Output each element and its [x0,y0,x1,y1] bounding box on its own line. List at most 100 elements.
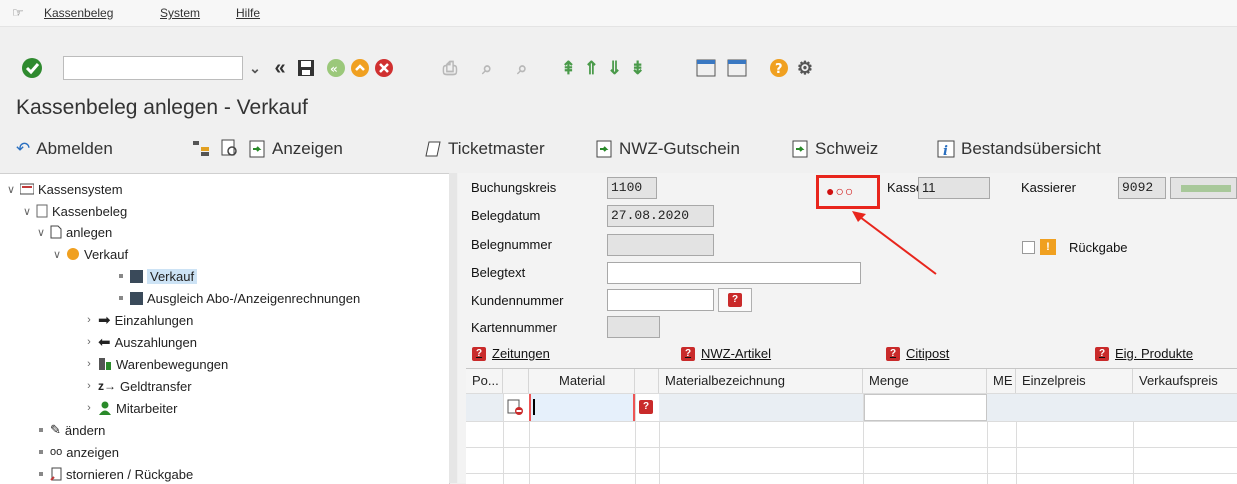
rueckgabe-checkbox[interactable] [1022,241,1035,254]
chevron-down-icon[interactable]: ∨ [6,183,16,196]
navigation-tree: ∨ Kassensystem ∨ Kassenbeleg ∨ anlegen ∨… [0,173,450,484]
ticketmaster-button[interactable]: Ticketmaster [424,139,545,159]
create-session-icon[interactable] [695,56,717,80]
tree-node-aendern[interactable]: ✎ ändern [36,420,105,440]
help-icon[interactable]: ? [768,56,790,80]
anzeigen-button[interactable]: Anzeigen [248,139,343,159]
tree-node-stornieren[interactable]: stornieren / Rückgabe [36,464,193,484]
chevron-right-icon[interactable]: › [84,380,94,392]
menu-system[interactable]: System [160,6,200,20]
menu-hilfe[interactable]: Hilfe [236,6,260,20]
tree-node-einzahlungen[interactable]: › ➡ Einzahlungen [84,310,193,330]
col-header-me[interactable]: ME [987,369,1016,393]
goods-movement-icon [99,358,111,370]
tree-label: Verkauf [84,246,129,262]
chevron-right-icon[interactable]: › [84,336,94,348]
material-input[interactable] [529,394,635,421]
abmelden-label: Abmelden [36,139,113,158]
tree-label: Auszahlungen [114,334,197,350]
col-header-verkaufspreis[interactable]: Verkaufspreis [1133,369,1237,393]
menu-icon[interactable]: ☞ [12,5,24,21]
menge-input[interactable] [864,394,987,421]
panel-splitter[interactable] [449,173,457,483]
tree-node-ausgleich[interactable]: Ausgleich Abo-/Anzeigenrechnungen [116,288,360,308]
tree-node-warenbewegungen[interactable]: › Warenbewegungen [84,354,228,374]
kundennummer-input[interactable] [607,289,714,311]
tree-node-auszahlungen[interactable]: › ⬅ Auszahlungen [84,332,197,352]
tree-node-verkauf-folder[interactable]: ∨ Verkauf [52,244,128,264]
cancel-document-icon [50,467,62,481]
link-nwz-artikel[interactable]: ? NWZ-Artikel [681,346,771,361]
shortcut-icon[interactable] [726,56,748,80]
bullet-icon [39,472,43,476]
col-header-menge[interactable]: Menge [863,369,987,393]
new-document-icon [50,225,62,239]
settings-gear-icon[interactable]: ⚙ [794,56,816,80]
chevron-down-icon[interactable]: ∨ [22,205,32,218]
link-citipost[interactable]: ? Citipost [886,346,949,361]
enter-icon[interactable] [20,56,44,80]
detail-button[interactable] [220,139,238,157]
bestand-button[interactable]: i Bestandsübersicht [937,139,1101,159]
tree-toggle-button[interactable] [192,139,210,157]
tree-label-selected: Verkauf [147,268,198,284]
tree-node-kassenbeleg[interactable]: ∨ Kassenbeleg [22,201,127,221]
nwz-gutschein-label: NWZ-Gutschein [619,139,740,158]
svg-text:«: « [330,62,338,76]
kundennummer-search-button[interactable]: ? [718,288,752,312]
save-icon[interactable] [294,56,318,80]
chevron-down-icon[interactable]: ∨ [36,226,46,239]
command-field[interactable] [63,56,243,80]
schweiz-doc-icon [792,140,808,158]
delete-row-icon[interactable] [507,399,523,418]
col-header-pos[interactable]: Po... [466,369,503,393]
tree-label: Geldtransfer [120,378,192,394]
belegtext-input[interactable] [607,262,861,284]
info-icon: i [937,140,955,158]
col-header-materialbezeichnung[interactable]: Materialbezeichnung [659,369,863,393]
page-nav-icons[interactable]: ⇞⇑⇓⇟ [542,56,672,80]
tree-node-anzeigen[interactable]: oo anzeigen [36,442,119,462]
chevron-right-icon[interactable]: › [84,314,94,326]
chevron-right-icon[interactable]: › [84,402,94,414]
register-icon [20,183,34,195]
col-header-material[interactable]: Material [529,369,635,393]
menu-kassenbeleg[interactable]: Kassenbeleg [44,6,113,20]
col-header-help[interactable] [635,369,659,393]
kassierer-field: 9092 [1118,177,1166,199]
col-header-marker[interactable] [503,369,529,393]
transaction-icon [130,269,143,283]
tree-node-verkauf[interactable]: Verkauf [116,266,198,286]
transaction-icon [130,291,143,305]
items-table: Po... Material Materialbezeichnung Menge… [466,368,1237,484]
chevron-down-icon[interactable]: ⌄ [245,56,265,80]
col-header-einzelpreis[interactable]: Einzelpreis [1016,369,1133,393]
bullet-icon [119,274,123,278]
schweiz-button[interactable]: Schweiz [791,139,878,159]
cancel-icon[interactable] [373,56,395,80]
svg-text:i: i [943,144,948,158]
link-eig-produkte[interactable]: ? Eig. Produkte [1095,346,1193,361]
arrow-left-icon: ⬅ [98,334,111,351]
material-help-button[interactable]: ? [639,400,653,414]
table-cell-pos[interactable] [466,394,503,421]
redacted-name [1181,185,1231,192]
nwz-gutschein-button[interactable]: NWZ-Gutschein [595,139,740,159]
highlight-box [816,175,880,209]
abmelden-button[interactable]: ↶ Abmelden [16,139,113,159]
tree-node-kassensystem[interactable]: ∨ Kassensystem [6,179,123,199]
history-back-icon[interactable]: « [268,56,292,80]
tree-node-anlegen[interactable]: ∨ anlegen [36,222,112,242]
chevron-down-icon[interactable]: ∨ [52,248,62,261]
back-icon[interactable]: « [325,56,347,80]
rueckgabe-label: Rückgabe [1069,240,1128,255]
display-doc-icon [249,140,265,158]
tree-node-mitarbeiter[interactable]: › Mitarbeiter [84,398,177,418]
link-zeitungen[interactable]: ? Zeitungen [472,346,550,361]
tree-node-geldtransfer[interactable]: › z→ Geldtransfer [84,376,192,396]
value-help-icon: ? [639,400,653,414]
exit-icon[interactable] [349,56,371,80]
value-help-icon: ? [728,293,742,307]
chevron-right-icon[interactable]: › [84,358,94,370]
help-book-icon: ? [1095,346,1109,361]
